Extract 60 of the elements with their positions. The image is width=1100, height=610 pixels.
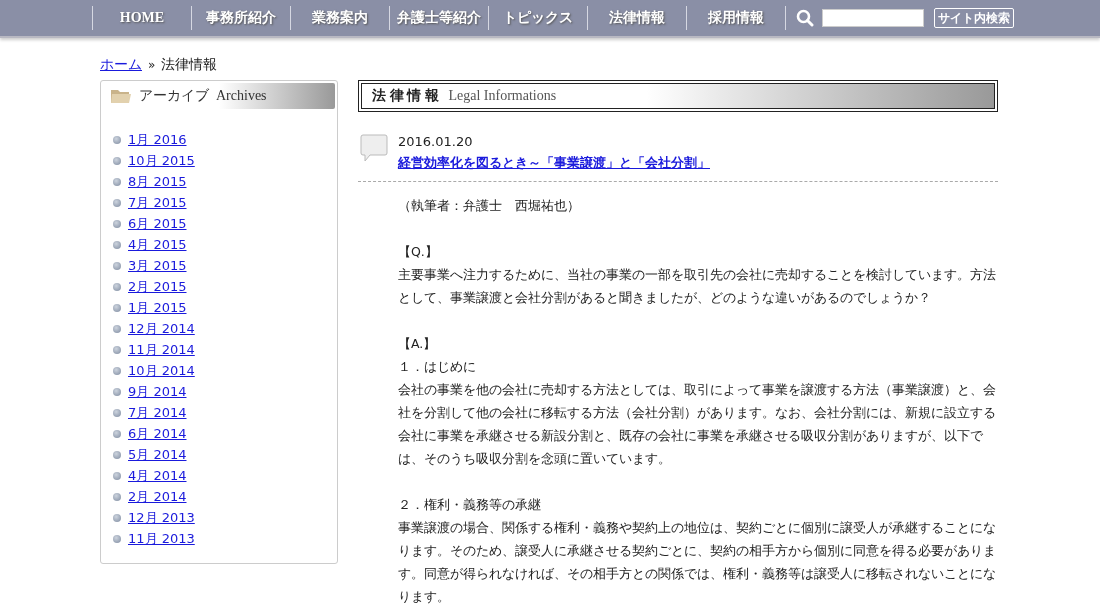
bullet-icon — [113, 387, 121, 396]
bullet-icon — [113, 177, 121, 186]
search-field[interactable] — [822, 9, 924, 27]
section-title: 法 律 情 報 — [372, 87, 439, 105]
archive-link[interactable]: 10月 2015 — [128, 151, 195, 170]
speech-bubble-icon — [360, 134, 388, 162]
folder-icon — [111, 89, 131, 103]
bullet-icon — [113, 429, 121, 438]
body-text: 主要事業へ注力するために、当社の事業の一部を取引先の会社に売却することを検討しています。方法として、事業譲渡と会社分割があると聞きましたが、どのような違いがあるのでしょうか？ — [398, 266, 997, 307]
body-text: 【A.】 — [398, 335, 438, 353]
post-date: 2016.01.20 — [398, 133, 474, 151]
bullet-icon — [113, 198, 121, 207]
body-text: 【Q.】 — [398, 243, 439, 261]
bullet-icon — [113, 534, 121, 543]
body-text: （執筆者：弁護士 西堀祐也） — [398, 197, 581, 215]
bullet-icon — [113, 345, 121, 354]
breadcrumb-current: 法律情報 — [161, 56, 218, 74]
bullet-icon — [113, 156, 121, 165]
bullet-icon — [113, 135, 121, 144]
archive-link[interactable]: 3月 2015 — [128, 256, 187, 275]
bullet-icon — [113, 324, 121, 333]
archive-link[interactable]: 9月 2014 — [128, 382, 187, 401]
body-text: ２．権利・義務等の承継 — [398, 496, 542, 514]
archive-link[interactable]: 8月 2015 — [128, 172, 187, 191]
archive-link[interactable]: 11月 2014 — [128, 340, 195, 359]
archive-link[interactable]: 1月 2016 — [128, 130, 187, 149]
archive-link[interactable]: 12月 2014 — [128, 319, 195, 338]
bullet-icon — [113, 240, 121, 249]
archive-link[interactable]: 10月 2014 — [128, 361, 195, 380]
bullet-icon — [113, 492, 121, 501]
bullet-icon — [113, 471, 121, 480]
archive-link[interactable]: 7月 2014 — [128, 403, 187, 422]
bullet-icon — [113, 450, 121, 459]
sidebar-title: アーカイブ Archives — [139, 87, 267, 105]
archive-link[interactable]: 5月 2014 — [128, 445, 187, 464]
archive-link[interactable]: 2月 2014 — [128, 487, 187, 506]
archive-link[interactable]: 7月 2015 — [128, 193, 187, 212]
breadcrumb-home-link[interactable]: ホーム — [100, 56, 142, 74]
archive-link[interactable]: 6月 2015 — [128, 214, 187, 233]
archive-link[interactable]: 12月 2013 — [128, 508, 195, 527]
bullet-icon — [113, 366, 121, 375]
bullet-icon — [113, 303, 121, 312]
archive-link[interactable]: 4月 2014 — [128, 466, 187, 485]
post-title-link[interactable]: 経営効率化を図るとき～「事業譲渡」と「会社分割」 — [398, 155, 710, 170]
archive-link[interactable]: 6月 2014 — [128, 424, 187, 443]
body-text: １．はじめに — [398, 358, 477, 376]
bullet-icon — [113, 219, 121, 228]
section-subtitle: Legal Informations — [448, 88, 557, 104]
breadcrumb-separator: » — [148, 58, 156, 72]
archive-link[interactable]: 1月 2015 — [128, 298, 187, 317]
bullet-icon — [113, 513, 121, 522]
bullet-icon — [113, 282, 121, 291]
archive-link[interactable]: 4月 2015 — [128, 235, 187, 254]
body-text: 会社の事業を他の会社に売却する方法としては、取引によって事業を譲渡する方法（事業譲渡）と、会社を分割して他の会社に移転する方法（会社分割）があります。なお、会社分割には、新規に設立する会社に事業を承継させる新設分割と、既存の会社に事業を承継させる吸収分割がありますが、以下では、そのうち吸収分割を念頭に置いています。 — [398, 381, 997, 468]
archive-link[interactable]: 11月 2013 — [128, 529, 195, 548]
bullet-icon — [113, 408, 121, 417]
search-icon — [796, 9, 814, 27]
body-text: 事業譲渡の場合、関係する権利・義務や契約上の地位は、契約ごとに個別に譲受人が承継することになります。そのため、譲受人に承継させる契約ごとに、契約の相手方から個別に同意を得る必要があります。同意が得られなければ、その相手方との関係では、権利・義務等は譲受人に移転されないことになります。 — [398, 519, 997, 606]
archive-link[interactable]: 2月 2015 — [128, 277, 187, 296]
bullet-icon — [113, 261, 121, 270]
